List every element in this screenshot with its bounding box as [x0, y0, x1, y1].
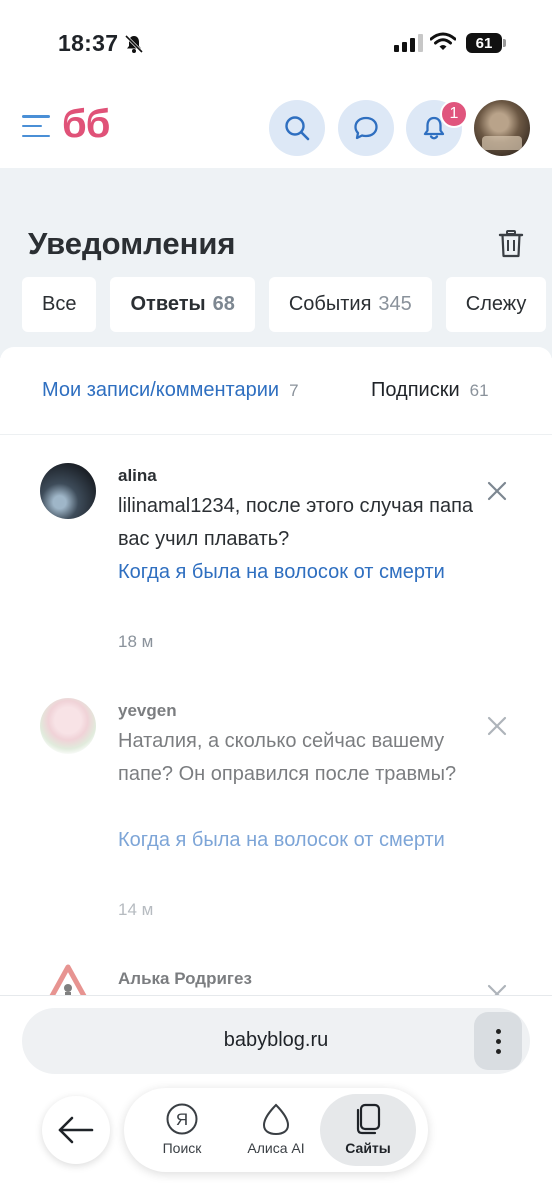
- more-icon[interactable]: [474, 1012, 522, 1070]
- filter-tabs: Все Ответы 68 События 345 Слежу: [22, 277, 547, 332]
- subtab-count: 61: [469, 381, 489, 400]
- post-link[interactable]: Когда я была на волосок от смерти: [118, 556, 478, 589]
- avatar[interactable]: [40, 463, 96, 519]
- close-icon[interactable]: [486, 715, 508, 737]
- tab-following[interactable]: Слежу: [445, 277, 547, 332]
- post-link[interactable]: Когда я была на волосок от смерти: [118, 824, 478, 857]
- wifi-icon: [430, 32, 456, 50]
- tabs-icon: [356, 1103, 381, 1135]
- messages-button[interactable]: [338, 100, 394, 156]
- username[interactable]: yevgen: [118, 701, 177, 721]
- browser-bottom-bar: babyblog.ru Я Поиск Алиса AI Сайты: [0, 995, 552, 1200]
- username[interactable]: Алька Родригез: [118, 969, 252, 989]
- site-logo[interactable]: бб: [62, 102, 110, 147]
- address-bar[interactable]: babyblog.ru: [22, 1008, 530, 1074]
- signal-icon: [394, 34, 423, 52]
- nav-label: Поиск: [162, 1140, 202, 1156]
- alice-icon: [262, 1103, 290, 1136]
- page-title: Уведомления: [28, 226, 236, 261]
- tab-all[interactable]: Все: [22, 277, 97, 332]
- subtab-count: 7: [289, 381, 299, 400]
- nav-label: Алиса AI: [247, 1140, 305, 1156]
- chat-icon: [354, 116, 378, 140]
- user-avatar[interactable]: [474, 100, 530, 156]
- yandex-search-icon: Я: [166, 1103, 198, 1135]
- tab-count: 68: [212, 293, 235, 315]
- nav-alice[interactable]: Алиса AI: [228, 1094, 324, 1166]
- status-bar: 18:37 61: [0, 0, 552, 84]
- subtab-label: Мои записи/комментарии: [42, 379, 280, 401]
- subtab-subscriptions[interactable]: Подписки 61: [371, 379, 489, 402]
- search-icon: [285, 116, 310, 141]
- notifications-card: Мои записи/комментарии 7 Подписки 61 alina…: [0, 347, 552, 1007]
- notification-text: lilinamal1234, после этого случая папа в…: [118, 495, 474, 550]
- nav-search[interactable]: Я Поиск: [134, 1094, 230, 1166]
- svg-text:Я: Я: [176, 1110, 188, 1129]
- subtabs: Мои записи/комментарии 7 Подписки 61: [0, 347, 552, 435]
- url-text[interactable]: babyblog.ru: [22, 1029, 530, 1052]
- tab-label: События: [288, 293, 372, 315]
- trash-icon[interactable]: [498, 229, 524, 259]
- tab-count: 345: [378, 293, 412, 315]
- tab-label: Ответы: [130, 293, 206, 315]
- tab-label: Слежу: [465, 293, 527, 315]
- avatar[interactable]: [40, 698, 96, 754]
- timestamp: 14 м: [118, 900, 154, 919]
- notification-text: Наталия, а сколько сейчас вашему папе? О…: [118, 730, 457, 785]
- tab-label: Все: [42, 293, 77, 315]
- battery-icon: 61: [466, 33, 502, 53]
- browser-nav: Я Поиск Алиса AI Сайты: [124, 1088, 428, 1172]
- nav-label: Сайты: [345, 1140, 391, 1156]
- tab-events[interactable]: События 345: [268, 277, 432, 332]
- back-button[interactable]: [42, 1096, 110, 1164]
- menu-icon[interactable]: [22, 115, 50, 137]
- subtab-my-posts[interactable]: Мои записи/комментарии 7: [42, 379, 299, 402]
- username[interactable]: alina: [118, 466, 157, 486]
- site-header: бб 1: [0, 84, 552, 168]
- bell-off-icon: [124, 34, 144, 54]
- subtab-label: Подписки: [371, 379, 460, 401]
- close-icon[interactable]: [486, 480, 508, 502]
- timestamp: 18 м: [118, 632, 154, 651]
- nav-sites[interactable]: Сайты: [320, 1094, 416, 1166]
- arrow-left-icon: [58, 1116, 94, 1144]
- status-time: 18:37: [58, 30, 119, 56]
- notification-badge: 1: [440, 100, 468, 128]
- search-button[interactable]: [269, 100, 325, 156]
- tab-replies[interactable]: Ответы 68: [110, 277, 255, 332]
- battery-tip: [503, 39, 506, 47]
